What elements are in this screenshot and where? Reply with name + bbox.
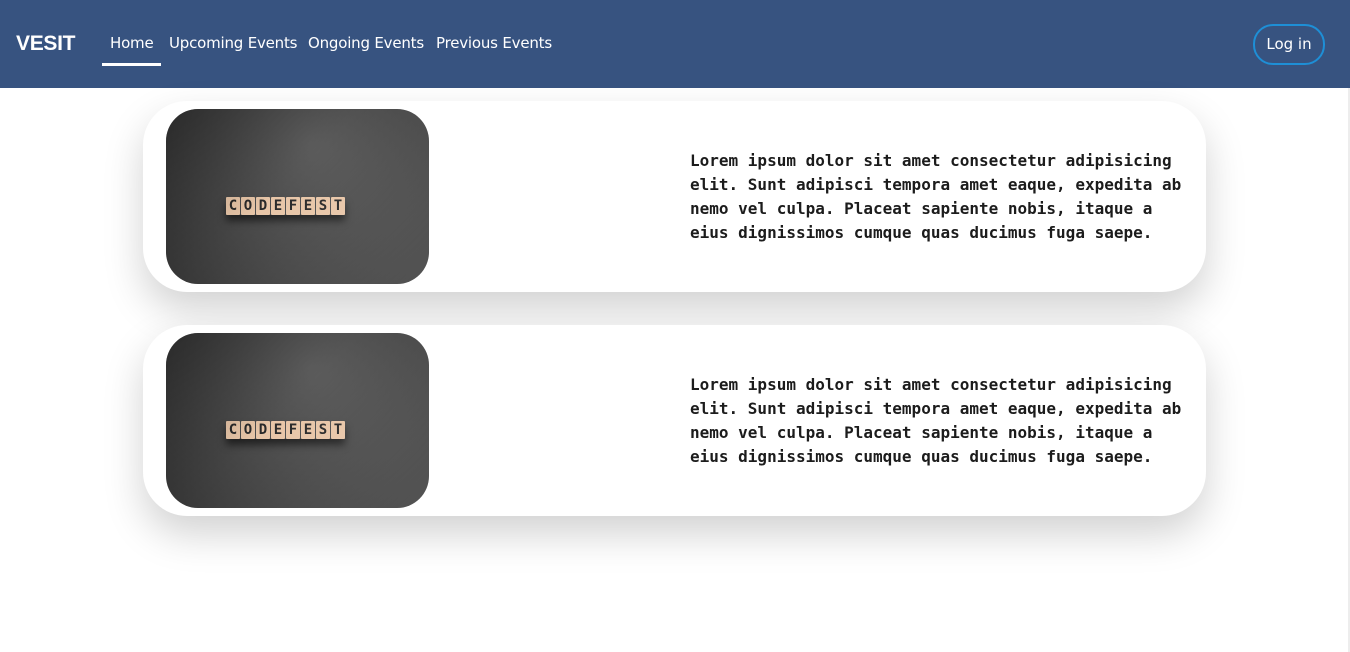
event-card: C O D E F E S T Lorem ipsum dolor sit am… <box>143 325 1206 516</box>
nav-link-previous-events[interactable]: Previous Events <box>436 32 552 54</box>
active-nav-indicator <box>102 63 161 66</box>
top-navbar: VESIT Home Upcoming Events Ongoing Event… <box>0 0 1350 88</box>
nav-link-ongoing-events[interactable]: Ongoing Events <box>308 32 424 54</box>
event-card: C O D E F E S T Lorem ipsum dolor sit am… <box>143 101 1206 292</box>
event-description: Lorem ipsum dolor sit amet consectetur a… <box>690 375 1182 466</box>
codefest-image: C O D E F E S T <box>166 333 429 508</box>
nav-link-upcoming-events[interactable]: Upcoming Events <box>169 32 297 54</box>
event-description: Lorem ipsum dolor sit amet consectetur a… <box>690 151 1182 242</box>
image-shading <box>166 109 429 284</box>
codefest-image: C O D E F E S T <box>166 109 429 284</box>
brand-logo[interactable]: VESIT <box>16 31 75 57</box>
login-button[interactable]: Log in <box>1253 24 1325 65</box>
nav-link-home[interactable]: Home <box>110 32 154 54</box>
image-shading <box>166 333 429 508</box>
